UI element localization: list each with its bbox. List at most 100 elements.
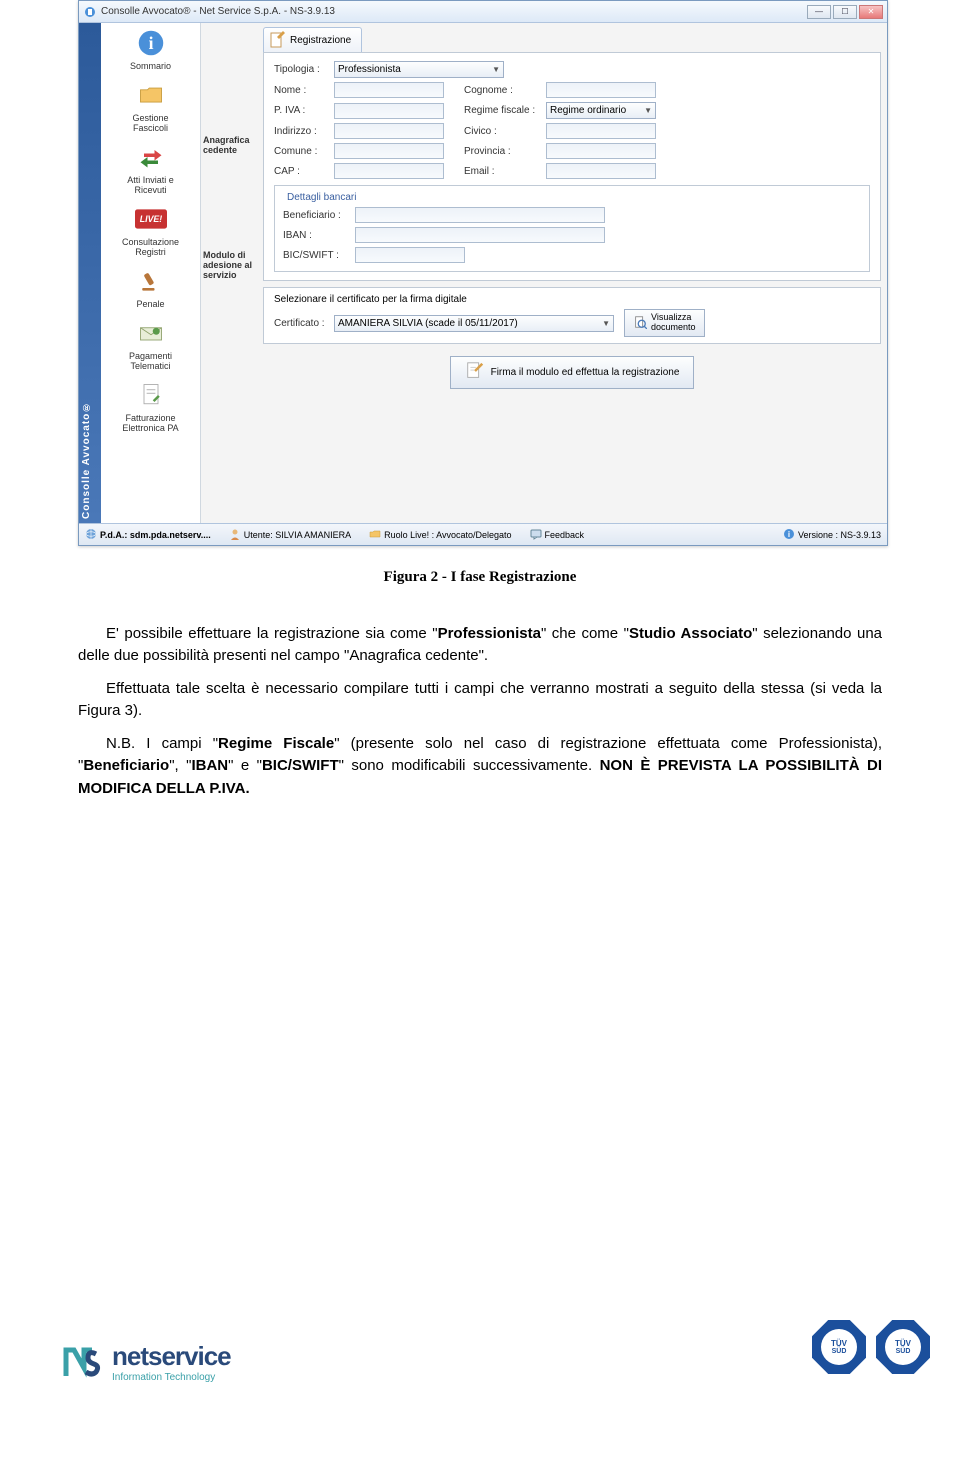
cognome-label: Cognome : <box>464 85 546 96</box>
paragraph-3: N.B. I campi "Regime Fiscale" (presente … <box>78 733 882 801</box>
piva-label: P. IVA : <box>274 105 334 116</box>
cap-label: CAP : <box>274 166 334 177</box>
comune-label: Comune : <box>274 146 334 157</box>
window-title: Consolle Avvocato® - Net Service S.p.A. … <box>101 6 807 17</box>
document-body: Figura 2 - I fase Registrazione E' possi… <box>78 566 882 800</box>
statusbar: P.d.A.: sdm.pda.netserv.... Utente: SILV… <box>79 523 887 545</box>
feedback-icon <box>530 528 542 542</box>
anagrafica-label: Anagrafica cedente <box>201 55 263 235</box>
tuv-badge-2: TÜVSÜD <box>876 1320 930 1384</box>
tipologia-select[interactable]: Professionista▼ <box>334 61 504 78</box>
status-versione: i Versione : NS-3.9.13 <box>783 528 881 542</box>
gavel-icon <box>135 265 167 297</box>
tuv-badge-1: TÜVSÜD <box>812 1320 866 1384</box>
svg-text:LIVE!: LIVE! <box>139 214 162 224</box>
bank-fieldset: Dettagli bancari Beneficiario : IBAN : B… <box>274 185 870 272</box>
beneficiario-label: Beneficiario : <box>283 210 355 221</box>
envelope-icon <box>135 317 167 349</box>
ns-mark-icon <box>60 1340 104 1384</box>
sidebar-item-fascicoli[interactable]: Gestione Fascicoli <box>103 79 198 133</box>
indirizzo-label: Indirizzo : <box>274 126 334 137</box>
netservice-logo: netservice Information Technology <box>60 1340 231 1384</box>
sidebar-item-fatturazione[interactable]: Fatturazione Elettronica PA <box>103 379 198 433</box>
indirizzo-input[interactable] <box>334 123 444 139</box>
info-small-icon: i <box>783 528 795 542</box>
anagrafica-panel: Tipologia : Professionista▼ Nome : Cogno… <box>263 52 881 281</box>
iban-input[interactable] <box>355 227 605 243</box>
iban-label: IBAN : <box>283 230 355 241</box>
globe-icon <box>85 528 97 542</box>
app-window: Consolle Avvocato® - Net Service S.p.A. … <box>78 0 888 546</box>
folder-icon <box>135 79 167 111</box>
regime-select[interactable]: Regime ordinario▼ <box>546 102 656 119</box>
status-feedback[interactable]: Feedback <box>530 528 585 542</box>
window-buttons: — ☐ ✕ <box>807 5 883 19</box>
main-area: Registrazione Tipologia : Professionista… <box>263 23 887 523</box>
maximize-button[interactable]: ☐ <box>833 5 857 19</box>
status-ruolo: Ruolo Live! : Avvocato/Delegato <box>369 528 511 542</box>
bic-label: BIC/SWIFT : <box>283 250 355 261</box>
app-body: Consolle Avvocato® i Sommario Gestione F… <box>79 23 887 523</box>
email-label: Email : <box>464 166 546 177</box>
sidebar-item-sommario[interactable]: i Sommario <box>103 27 198 71</box>
svg-text:i: i <box>788 530 790 539</box>
bic-input[interactable] <box>355 247 465 263</box>
cert-instruction: Selezionare il certificato per la firma … <box>274 294 870 305</box>
sidebar-item-label: Fatturazione Elettronica PA <box>103 413 198 433</box>
section-labels: Anagrafica cedente Modulo di adesione al… <box>201 23 263 523</box>
sidebar-item-pagamenti[interactable]: Pagamenti Telematici <box>103 317 198 371</box>
cap-input[interactable] <box>334 163 444 179</box>
content-area: Anagrafica cedente Modulo di adesione al… <box>201 23 887 523</box>
cert-panel: Selezionare il certificato per la firma … <box>263 287 881 344</box>
figure-caption: Figura 2 - I fase Registrazione <box>78 566 882 589</box>
folder-small-icon <box>369 528 381 542</box>
sign-doc-icon <box>465 361 485 384</box>
titlebar: Consolle Avvocato® - Net Service S.p.A. … <box>79 1 887 23</box>
search-doc-icon <box>633 315 647 332</box>
registrazione-tab[interactable]: Registrazione <box>263 27 362 52</box>
provincia-input[interactable] <box>546 143 656 159</box>
close-button[interactable]: ✕ <box>859 5 883 19</box>
comune-input[interactable] <box>334 143 444 159</box>
tuv-logos: TÜVSÜD TÜVSÜD <box>812 1320 930 1384</box>
sign-register-button[interactable]: Firma il modulo ed effettua la registraz… <box>450 356 695 389</box>
info-icon: i <box>135 27 167 59</box>
invoice-icon <box>135 379 167 411</box>
user-icon <box>229 528 241 542</box>
cognome-input[interactable] <box>546 82 656 98</box>
cert-label: Certificato : <box>274 318 334 329</box>
regime-label: Regime fiscale : <box>464 105 546 116</box>
sidebar: i Sommario Gestione Fascicoli Atti Invia… <box>101 23 201 523</box>
civico-input[interactable] <box>546 123 656 139</box>
page-footer: netservice Information Technology TÜVSÜD… <box>0 1320 960 1394</box>
piva-input[interactable] <box>334 103 444 119</box>
email-input[interactable] <box>546 163 656 179</box>
minimize-button[interactable]: — <box>807 5 831 19</box>
status-utente: Utente: SILVIA AMANIERA <box>229 528 351 542</box>
register-icon <box>268 31 286 49</box>
sidebar-item-label: Consultazione Registri <box>103 237 198 257</box>
tipologia-label: Tipologia : <box>274 64 334 75</box>
left-rail: Consolle Avvocato® <box>79 23 101 523</box>
live-icon: LIVE! <box>135 203 167 235</box>
nome-input[interactable] <box>334 82 444 98</box>
sidebar-item-atti[interactable]: Atti Inviati e Ricevuti <box>103 141 198 195</box>
netservice-sub: Information Technology <box>112 1372 231 1383</box>
view-document-button[interactable]: Visualizzadocumento <box>624 309 705 337</box>
beneficiario-input[interactable] <box>355 207 605 223</box>
sidebar-item-penale[interactable]: Penale <box>103 265 198 309</box>
cert-select[interactable]: AMANIERA SILVIA (scade il 05/11/2017)▼ <box>334 315 614 332</box>
civico-label: Civico : <box>464 126 546 137</box>
nome-label: Nome : <box>274 85 334 96</box>
sidebar-item-label: Atti Inviati e Ricevuti <box>103 175 198 195</box>
sidebar-item-label: Pagamenti Telematici <box>103 351 198 371</box>
tab-label: Registrazione <box>290 35 351 46</box>
sidebar-item-registri[interactable]: LIVE! Consultazione Registri <box>103 203 198 257</box>
paragraph-2: Effettuata tale scelta è necessario comp… <box>78 678 882 723</box>
sidebar-item-label: Sommario <box>103 61 198 71</box>
bank-legend: Dettagli bancari <box>283 192 360 203</box>
paragraph-1: E' possibile effettuare la registrazione… <box>78 623 882 668</box>
modulo-label: Modulo di adesione al servizio <box>201 235 263 295</box>
status-pda: P.d.A.: sdm.pda.netserv.... <box>85 528 211 542</box>
netservice-text: netservice <box>112 1341 231 1372</box>
